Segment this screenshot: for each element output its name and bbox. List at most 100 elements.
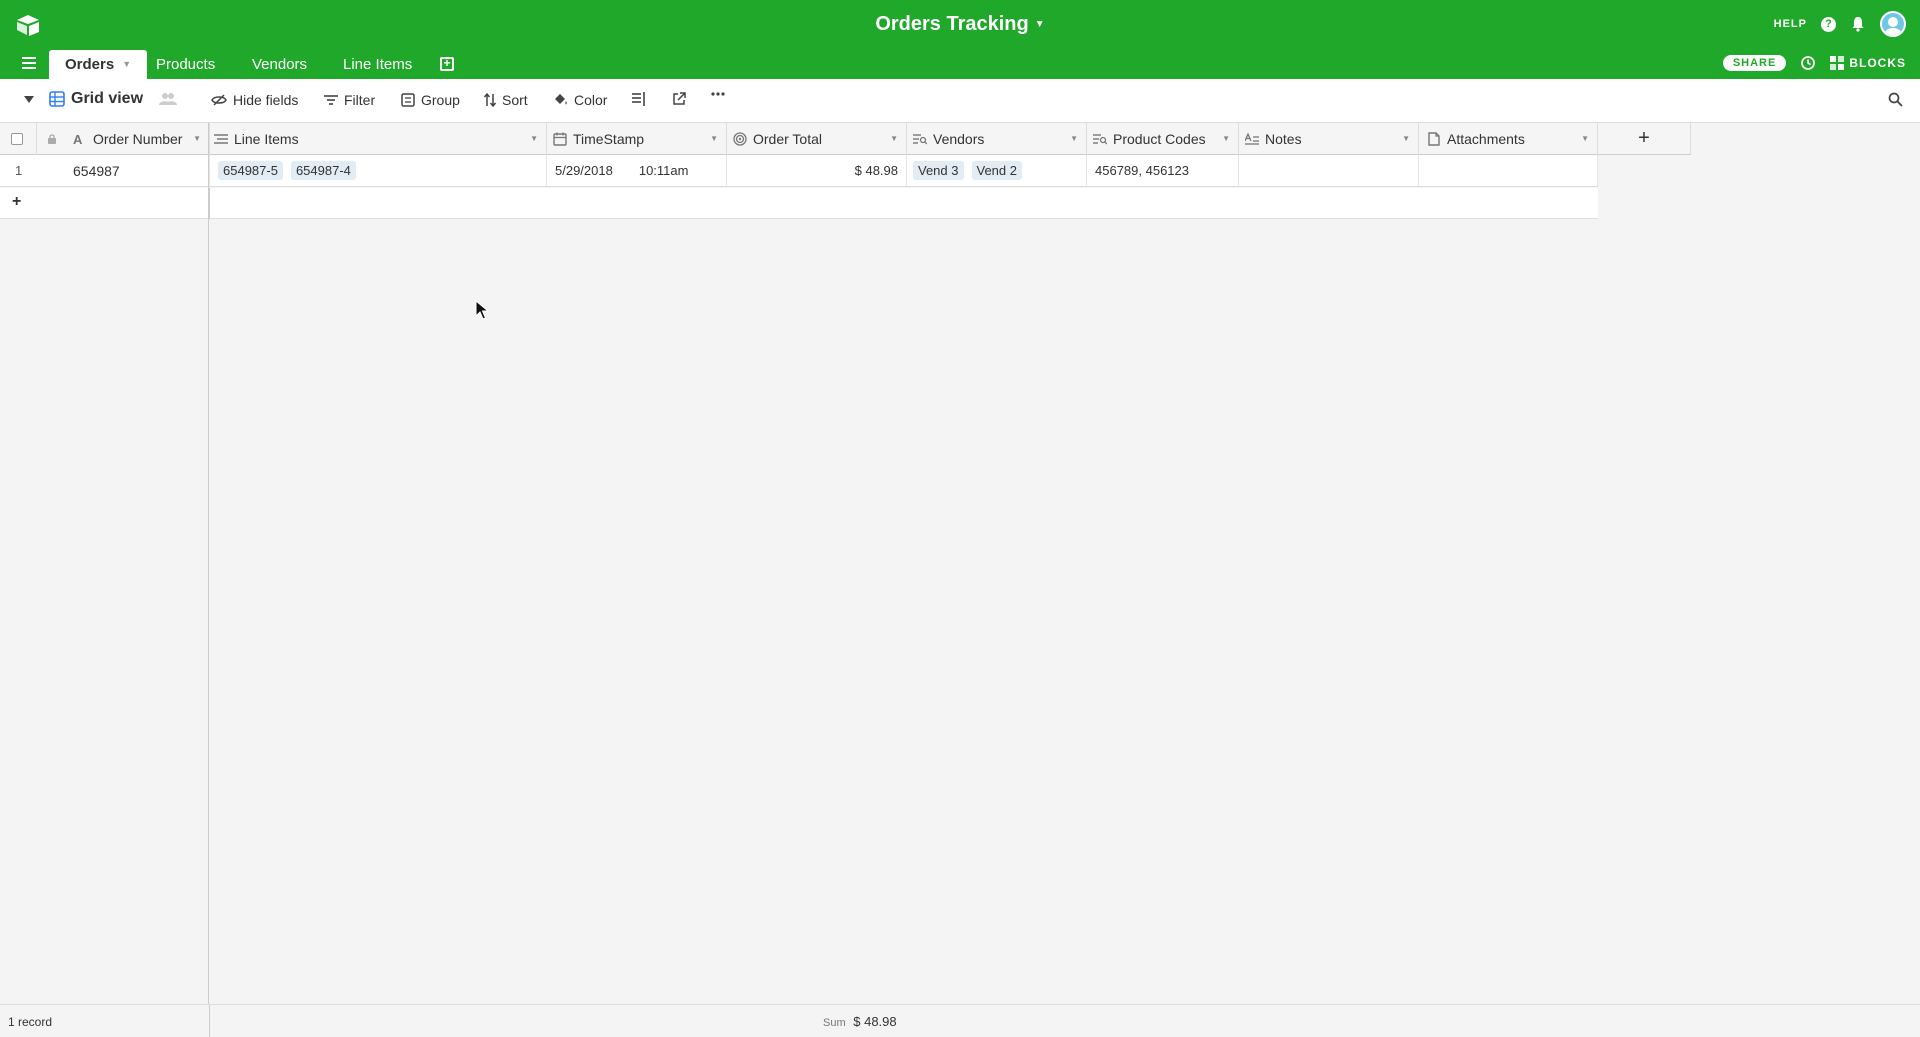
tab-label: Line Items — [343, 56, 413, 73]
more-options-button[interactable] — [711, 92, 725, 96]
column-label: TimeStamp — [573, 131, 645, 147]
column-header-product-codes[interactable]: Product Codes ▼ — [1087, 123, 1239, 155]
tab-label: Products — [156, 56, 216, 73]
grid-view-icon — [49, 91, 65, 107]
blocks-label: BLOCKS — [1849, 56, 1906, 70]
color-button[interactable]: Color — [553, 92, 607, 108]
column-header-timestamp[interactable]: TimeStamp ▼ — [547, 123, 727, 155]
sort-label: Sort — [502, 92, 528, 108]
filter-icon — [324, 95, 338, 105]
group-button[interactable]: Group — [401, 92, 460, 108]
tab-caret-icon[interactable]: ▼ — [122, 59, 131, 69]
column-header-line-items[interactable]: Line Items ▼ — [210, 123, 547, 155]
tab-label: Vendors — [252, 56, 308, 73]
base-title-caret-icon: ▼ — [1034, 19, 1045, 30]
table-tabs: Orders ▼ Products Vendors Line Items + SH… — [0, 50, 1920, 79]
search-button[interactable] — [1888, 92, 1903, 107]
view-toolbar: Grid view Hide fields Filter Group Sort … — [0, 79, 1920, 123]
column-menu-caret-icon[interactable]: ▼ — [1402, 134, 1410, 143]
external-link-icon — [673, 92, 686, 105]
grid-header-row: A Order Number ▼ Line Items ▼ TimeStamp … — [0, 123, 1598, 155]
help-icon[interactable]: ? — [1821, 16, 1836, 32]
column-label: Attachments — [1447, 131, 1525, 147]
cell-timestamp[interactable]: 5/29/2018 10:11am — [547, 155, 727, 187]
column-menu-caret-icon[interactable]: ▼ — [1222, 134, 1230, 143]
column-menu-caret-icon[interactable]: ▼ — [1070, 134, 1078, 143]
column-menu-caret-icon[interactable]: ▼ — [1581, 134, 1589, 143]
rollup-icon — [733, 132, 747, 146]
sort-button[interactable]: Sort — [484, 92, 528, 108]
timestamp-time: 10:11am — [638, 163, 689, 178]
row-height-button[interactable] — [632, 92, 646, 106]
group-icon — [401, 93, 415, 107]
summary-label: Sum — [823, 1017, 846, 1029]
column-menu-caret-icon[interactable]: ▼ — [890, 134, 898, 143]
view-switcher[interactable]: Grid view — [49, 90, 178, 108]
filter-button[interactable]: Filter — [324, 92, 375, 108]
column-label: Product Codes — [1113, 131, 1206, 147]
base-title-text: Orders Tracking — [875, 13, 1029, 35]
add-record-row[interactable]: + — [0, 188, 1598, 219]
base-title[interactable]: Orders Tracking ▼ — [0, 13, 1920, 36]
share-button[interactable]: SHARE — [1722, 55, 1787, 71]
history-icon[interactable] — [1800, 55, 1816, 71]
cell-attachments[interactable] — [1419, 155, 1598, 187]
long-text-icon — [1245, 133, 1259, 145]
column-label: Order Total — [753, 131, 822, 147]
collaborative-view-icon — [159, 93, 178, 105]
notification-bell-icon[interactable] — [1850, 16, 1866, 32]
add-table-icon[interactable]: + — [440, 57, 454, 71]
view-sidebar-toggle[interactable] — [24, 96, 34, 104]
top-right-actions: HELP ? — [1774, 11, 1906, 37]
column-header-notes[interactable]: Notes ▼ — [1239, 123, 1419, 155]
cell-product-codes[interactable]: 456789, 456123 — [1087, 155, 1239, 187]
column-menu-caret-icon[interactable]: ▼ — [710, 134, 718, 143]
tab-line-items[interactable]: Line Items — [327, 50, 428, 79]
help-link[interactable]: HELP — [1774, 18, 1807, 30]
hide-fields-button[interactable]: Hide fields — [211, 92, 298, 108]
cell-line-items[interactable]: 654987-5 654987-4 — [210, 155, 547, 187]
group-label: Group — [421, 92, 460, 108]
column-header-order-total[interactable]: Order Total ▼ — [727, 123, 907, 155]
tab-products[interactable]: Products — [140, 50, 231, 79]
caret-down-icon — [24, 96, 34, 103]
link-icon — [214, 134, 228, 144]
record-count: 1 record — [8, 1015, 53, 1029]
tab-label: Orders — [65, 56, 115, 73]
user-avatar[interactable] — [1880, 11, 1906, 37]
column-header-vendors[interactable]: Vendors ▼ — [907, 123, 1087, 155]
summary-bar: 1 record Sum $ 48.98 — [0, 1004, 1920, 1037]
hide-fields-label: Hide fields — [233, 92, 299, 108]
column-label: Notes — [1265, 131, 1302, 147]
add-field-button[interactable]: + — [1598, 123, 1691, 155]
tabs-right-actions: SHARE BLOCKS — [1722, 55, 1906, 71]
column-label: Line Items — [234, 131, 299, 147]
frozen-column-divider — [0, 123, 209, 1005]
color-label: Color — [574, 92, 608, 108]
share-view-button[interactable] — [673, 92, 686, 105]
row-height-icon — [632, 92, 645, 106]
column-label: Vendors — [933, 131, 985, 147]
lookup-value-pill: Vend 2 — [971, 161, 1022, 180]
cell-order-total[interactable]: $ 48.98 — [727, 155, 907, 187]
sort-icon — [484, 93, 496, 107]
mouse-cursor-icon — [475, 300, 489, 320]
hamburger-menu-icon[interactable] — [22, 57, 36, 69]
linked-record-pill[interactable]: 654987-4 — [290, 161, 356, 180]
lookup-value-pill: Vend 3 — [913, 161, 964, 180]
tab-orders[interactable]: Orders ▼ — [49, 50, 148, 79]
app-header: Orders Tracking ▼ HELP ? Orders ▼ Products… — [0, 0, 1920, 79]
cell-notes[interactable] — [1239, 155, 1419, 187]
linked-record-pill[interactable]: 654987-5 — [218, 161, 283, 180]
lookup-icon — [1093, 134, 1107, 145]
blocks-button[interactable]: BLOCKS — [1830, 56, 1906, 70]
cell-vendors[interactable]: Vend 3 Vend 2 — [907, 155, 1087, 187]
tab-vendors[interactable]: Vendors — [236, 50, 323, 79]
column-menu-caret-icon[interactable]: ▼ — [530, 134, 538, 143]
order-total-summary[interactable]: Sum $ 48.98 — [823, 1014, 897, 1029]
paint-bucket-icon — [555, 94, 567, 105]
attachment-icon — [1428, 132, 1440, 146]
filter-label: Filter — [344, 92, 376, 108]
summary-value: $ 48.98 — [853, 1014, 897, 1029]
column-header-attachments[interactable]: Attachments ▼ — [1419, 123, 1598, 155]
